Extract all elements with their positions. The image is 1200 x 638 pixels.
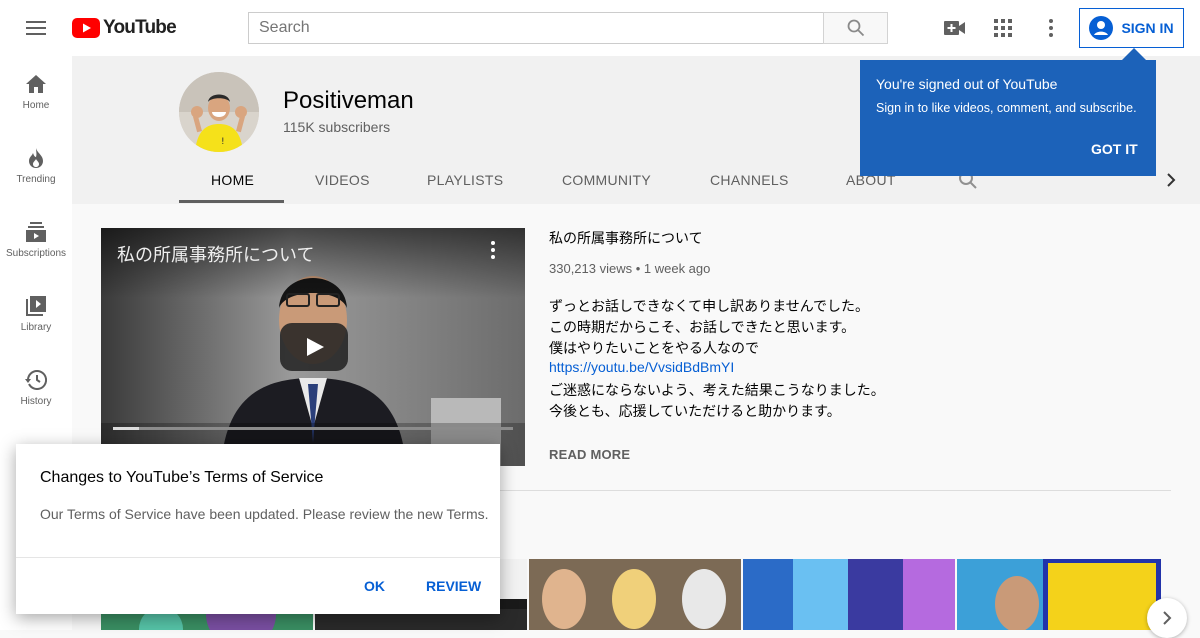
dialog-body: Our Terms of Service have been updated. … — [40, 506, 489, 522]
video-thumbnail[interactable] — [957, 559, 1161, 630]
tab-about[interactable]: ABOUT — [846, 172, 896, 202]
video-overlay-title: 私の所属事務所について — [117, 245, 315, 265]
sidebar-item-home[interactable]: Home — [0, 64, 72, 138]
description-line: 僕はやりたいことをやる人なので — [549, 340, 759, 356]
sidebar-item-label: History — [20, 396, 52, 407]
channel-avatar[interactable]: ! — [179, 72, 259, 152]
video-thumbnail[interactable] — [743, 559, 955, 630]
tooltip-title: You're signed out of YouTube — [876, 76, 1058, 92]
menu-icon[interactable] — [16, 12, 56, 44]
search-button[interactable] — [823, 12, 888, 44]
video-more-vert-icon[interactable] — [491, 241, 495, 259]
video-thumbnail[interactable] — [529, 559, 741, 630]
tab-channels[interactable]: CHANNELS — [710, 172, 789, 202]
search-icon — [847, 19, 865, 37]
more-vert-icon[interactable] — [1039, 16, 1063, 40]
sidebar-item-trending[interactable]: Trending — [0, 138, 72, 212]
flame-icon — [28, 138, 44, 168]
description-line: ずっとお話しできなくて申し訳ありませんでした。 — [549, 298, 870, 314]
sidebar-item-history[interactable]: History — [0, 360, 72, 434]
tab-community[interactable]: COMMUNITY — [562, 172, 651, 202]
top-bar: YouTube SIGN IN — [0, 0, 1200, 56]
home-icon — [25, 64, 47, 94]
sidebar-item-label: Subscriptions — [5, 248, 67, 259]
apps-grid-icon[interactable] — [991, 16, 1015, 40]
dialog-title: Changes to YouTube’s Terms of Service — [40, 469, 324, 486]
account-circle-icon — [1089, 16, 1114, 40]
tab-videos[interactable]: VIDEOS — [315, 172, 370, 202]
featured-video-meta: 330,213 views • 1 week ago — [549, 261, 711, 276]
tooltip-body: Sign in to like videos, comment, and sub… — [876, 101, 1137, 115]
dialog-divider — [16, 557, 500, 558]
subscriber-count: 115K subscribers — [283, 119, 391, 135]
youtube-logo-icon — [72, 18, 100, 38]
description-line: この時期だからこそ、お話しできたと思います。 — [549, 319, 856, 335]
svg-text:!: ! — [221, 137, 225, 147]
library-icon — [26, 286, 46, 316]
search-input[interactable] — [248, 12, 824, 44]
description-line: 今後とも、応援していただけると助かります。 — [549, 403, 841, 419]
history-icon — [25, 360, 47, 390]
shelf-next-chevron-icon[interactable] — [1147, 598, 1187, 638]
subscriptions-icon — [26, 212, 46, 242]
sidebar-item-subscriptions[interactable]: Subscriptions — [0, 212, 72, 286]
logo-text: YouTube — [103, 17, 177, 38]
sidebar-item-label: Home — [22, 100, 50, 111]
sign-in-label: SIGN IN — [1121, 20, 1174, 36]
got-it-button[interactable]: GOT IT — [1091, 141, 1138, 157]
featured-video-title[interactable]: 私の所属事務所について — [549, 228, 703, 248]
active-tab-indicator — [179, 200, 284, 203]
sidebar-item-library[interactable]: Library — [0, 286, 72, 360]
play-button-icon[interactable] — [280, 323, 348, 371]
read-more-button[interactable]: READ MORE — [549, 447, 630, 462]
dialog-ok-button[interactable]: OK — [364, 578, 385, 594]
description-line: ご迷惑にならないよう、考えた結果こうなりました。 — [549, 382, 885, 398]
dialog-review-button[interactable]: REVIEW — [426, 578, 481, 594]
tab-home[interactable]: HOME — [211, 172, 254, 202]
tab-playlists[interactable]: PLAYLISTS — [427, 172, 503, 202]
create-video-icon[interactable] — [943, 16, 967, 40]
sidebar-item-label: Library — [20, 322, 52, 333]
tooltip-arrow — [1122, 48, 1146, 60]
tabs-next-chevron-icon[interactable] — [1164, 172, 1178, 188]
channel-name: Positiveman — [283, 87, 414, 114]
youtube-logo[interactable]: YouTube — [72, 17, 177, 39]
sidebar-item-label: Trending — [16, 174, 56, 185]
sign-in-button[interactable]: SIGN IN — [1079, 8, 1184, 48]
description-link[interactable]: https://youtu.be/VvsidBdBmYI — [549, 359, 734, 375]
